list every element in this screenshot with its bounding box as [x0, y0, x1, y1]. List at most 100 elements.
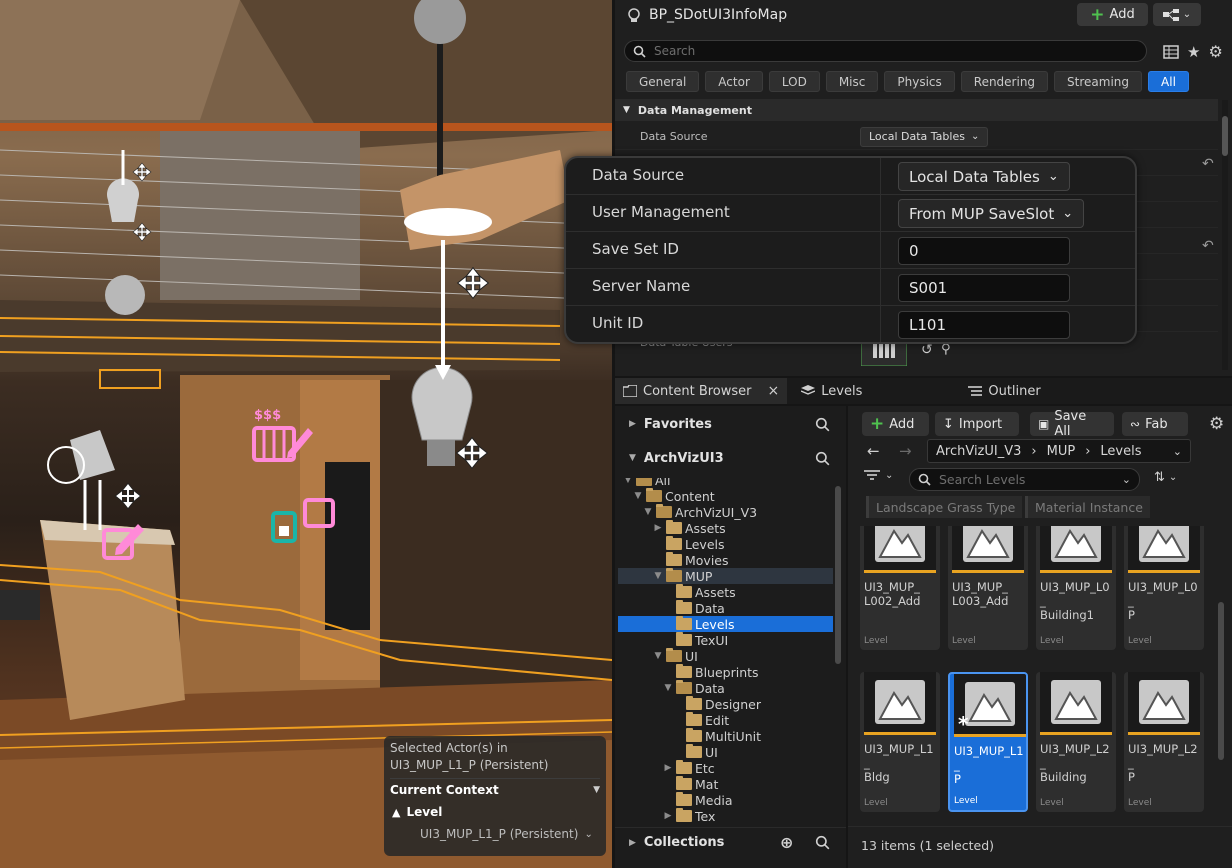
favorites-section[interactable]: ▶ Favorites [615, 409, 846, 439]
browse-asset-icon[interactable]: ⚲ [941, 342, 951, 357]
tree-folder-item[interactable]: ▶ Assets [653, 520, 726, 536]
collections-section[interactable]: ▶ Collections ⊕ [615, 827, 846, 857]
tree-folder-item[interactable]: Data [663, 600, 725, 616]
search-icon[interactable] [815, 451, 830, 466]
filter-chip-landscape-grass-type[interactable]: Landscape Grass Type [866, 496, 1023, 518]
tab-actor[interactable]: Actor [705, 71, 763, 92]
tree-folder-item[interactable]: Levels [663, 616, 735, 632]
collapse-triangle-icon[interactable]: ▼ [643, 507, 653, 517]
move-gizmo-icon[interactable] [456, 266, 490, 300]
tree-folder-item[interactable]: ▶ Etc [663, 760, 715, 776]
level-viewport[interactable]: $$$ Selected Actor(s) in UI3_MUP_L1_P (P… [0, 0, 612, 868]
settings-gear-icon[interactable]: ⚙ [1209, 414, 1224, 434]
save-set-id-input[interactable]: 0 [898, 237, 1070, 265]
tree-scrollbar[interactable] [835, 486, 841, 664]
move-gizmo-icon[interactable] [455, 436, 489, 470]
pricing-edit-icon[interactable] [252, 422, 314, 462]
section-data-management[interactable]: ▼ Data Management [615, 99, 1218, 121]
breadcrumb-item[interactable]: MUP [1047, 444, 1076, 459]
expand-triangle-icon[interactable]: ▶ [663, 811, 673, 821]
blueprint-options-button[interactable]: ⌄ [1153, 3, 1201, 26]
add-component-button[interactable]: + Add [1077, 3, 1148, 26]
tab-general[interactable]: General [626, 71, 700, 92]
tree-folder-item[interactable]: ▼ UI [653, 648, 698, 664]
save-marker-icon[interactable] [270, 510, 298, 544]
tree-folder-item[interactable]: Blueprints [663, 664, 759, 680]
filter-button[interactable]: ⌄ [864, 469, 893, 481]
import-button[interactable]: ↧ Import [935, 412, 1019, 436]
project-section[interactable]: ▼ ArchVizUI3 [615, 443, 846, 473]
level-selector[interactable]: UI3_MUP_L1_P (Persistent) ⌄ [390, 824, 600, 844]
tree-folder-item[interactable]: Media [663, 792, 733, 808]
current-context-header[interactable]: Current Context ▼ [390, 778, 600, 800]
asset-tile[interactable]: UI3_MUP_ L003_Add Level [948, 526, 1028, 650]
sort-button[interactable]: ⇅ ⌄ [1154, 470, 1177, 485]
data-source-dropdown[interactable]: Local Data Tables ⌄ [898, 162, 1070, 191]
chevron-down-icon[interactable]: ⌄ [1173, 445, 1182, 458]
tree-folder-item[interactable]: Levels [653, 536, 725, 552]
collapse-triangle-icon[interactable]: ▼ [633, 491, 643, 501]
tree-folder-item[interactable]: ▼ MUP [653, 568, 712, 584]
chevron-down-icon[interactable]: ⌄ [1122, 473, 1131, 486]
details-scrollbar[interactable] [1222, 100, 1228, 370]
tab-streaming[interactable]: Streaming [1054, 71, 1143, 92]
search-icon[interactable] [815, 417, 830, 432]
collapse-triangle-icon[interactable]: ▼ [593, 785, 600, 795]
collapse-triangle-icon[interactable]: ▼ [623, 478, 633, 485]
filter-chip-material-instance[interactable]: Material Instance [1025, 496, 1150, 518]
tree-folder-item[interactable]: ▼ Data [663, 680, 725, 696]
tab-outliner[interactable]: Outliner [960, 378, 1048, 404]
forward-arrow-icon[interactable]: → [899, 442, 912, 460]
collapse-triangle-icon[interactable]: ▼ [663, 683, 673, 693]
settings-gear-icon[interactable]: ⚙ [1208, 42, 1222, 61]
add-collection-icon[interactable]: ⊕ [780, 833, 793, 852]
asset-tile[interactable]: UI3_MUP_L2_ Building Level [1036, 672, 1116, 812]
use-selected-arrow-icon[interactable]: ↺ [921, 342, 933, 358]
asset-scrollbar[interactable] [1218, 602, 1224, 760]
pricing-edit-icon[interactable] [302, 494, 338, 530]
tree-folder-item[interactable]: Mat [663, 776, 718, 792]
reset-to-default-icon[interactable]: ↶ [1202, 156, 1214, 172]
path-breadcrumb[interactable]: ArchVizUI_V3 › MUP › Levels ⌄ [927, 439, 1191, 463]
tree-folder-item[interactable]: TexUI [663, 632, 728, 648]
tree-folder-item[interactable]: Movies [653, 552, 729, 568]
asset-tile[interactable]: UI3_MUP_L2_ P Level [1124, 672, 1204, 812]
breadcrumb-item[interactable]: Levels [1100, 444, 1141, 459]
tab-content-browser[interactable]: Content Browser × [615, 378, 788, 404]
tab-physics[interactable]: Physics [884, 71, 955, 92]
tab-misc[interactable]: Misc [825, 71, 879, 92]
asset-tile[interactable]: * UI3_MUP_L1_ P Level [948, 672, 1028, 812]
asset-tile[interactable]: UI3_MUP_L1_ Bldg Level [860, 672, 940, 812]
unit-id-input[interactable]: L101 [898, 311, 1070, 339]
save-all-button[interactable]: ▣ Save All [1030, 409, 1114, 439]
tree-folder-item[interactable]: Edit [673, 712, 729, 728]
reset-to-default-icon[interactable]: ↶ [1202, 238, 1214, 254]
data-source-dropdown[interactable]: Local Data Tables ⌄ [860, 126, 989, 147]
tab-levels[interactable]: Levels [793, 378, 870, 404]
details-search-input[interactable]: Search [624, 40, 1147, 62]
tab-lod[interactable]: LOD [768, 71, 820, 92]
search-icon[interactable] [815, 835, 830, 850]
asset-tile[interactable]: UI3_MUP_ L002_Add Level [860, 526, 940, 650]
favorite-star-icon[interactable]: ★ [1187, 43, 1200, 61]
tab-rendering[interactable]: Rendering [960, 71, 1049, 92]
user-management-dropdown[interactable]: From MUP SaveSlot ⌄ [898, 199, 1085, 228]
tree-folder-item[interactable]: Assets [663, 584, 736, 600]
pricing-edit-icon[interactable] [100, 520, 146, 564]
add-button[interactable]: + Add [862, 412, 929, 436]
breadcrumb-item[interactable]: ArchVizUI_V3 [936, 444, 1021, 459]
tree-folder-item[interactable]: MultiUnit [673, 728, 761, 744]
expand-triangle-icon[interactable]: ▶ [653, 523, 663, 533]
search-levels-input[interactable]: Search Levels ⌄ [909, 468, 1140, 491]
tree-folder-item[interactable]: ▼ ArchVizUI_V3 [643, 504, 757, 520]
move-gizmo-icon[interactable] [132, 222, 152, 242]
property-matrix-icon[interactable] [1163, 44, 1179, 59]
back-arrow-icon[interactable]: ← [867, 442, 880, 460]
scrollbar-thumb[interactable] [1222, 116, 1228, 156]
tree-folder-item[interactable]: ▶ Tex [663, 808, 715, 824]
server-name-input[interactable]: S001 [898, 274, 1070, 302]
tree-folder-item[interactable]: UI [673, 744, 718, 760]
move-gizmo-icon[interactable] [114, 482, 142, 510]
asset-tile[interactable]: UI3_MUP_L0_ Building1 Level [1036, 526, 1116, 650]
move-gizmo-icon[interactable] [132, 162, 152, 182]
